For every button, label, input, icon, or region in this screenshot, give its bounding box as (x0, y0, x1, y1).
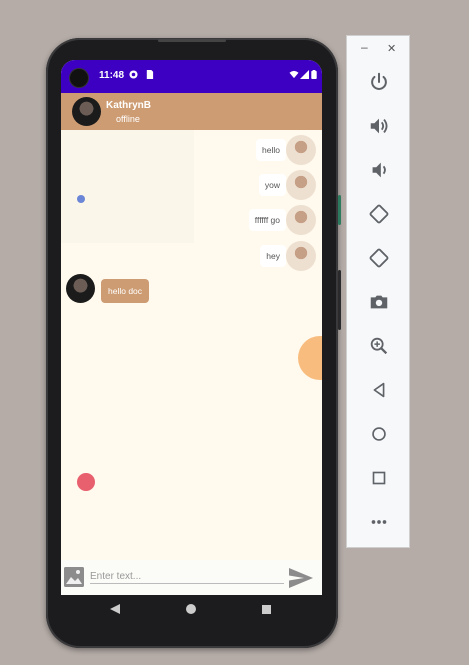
front-camera (70, 69, 88, 87)
power-button[interactable] (367, 70, 391, 94)
overview-icon (372, 471, 386, 485)
more-button[interactable] (367, 510, 391, 534)
wifi-icon (289, 70, 299, 79)
zoom-button[interactable] (367, 334, 391, 358)
minimize-button[interactable]: – (361, 40, 368, 54)
contact-status: offline (116, 114, 140, 124)
recents-square-icon[interactable] (262, 605, 271, 614)
more-icon (371, 520, 387, 524)
chat-header: KathrynB offline (61, 93, 322, 130)
home-circle-icon[interactable] (186, 604, 196, 614)
sim-card-icon (146, 70, 154, 79)
message-bubble-outgoing[interactable]: yow (258, 174, 286, 196)
phone-speaker (158, 39, 226, 42)
signal-icon (300, 70, 309, 79)
volume-down-icon (372, 162, 386, 178)
message-bubble-outgoing[interactable]: hello (256, 139, 286, 161)
back-icon (373, 382, 385, 398)
camera-icon (370, 295, 388, 309)
overview-button[interactable] (367, 466, 391, 490)
sender-avatar[interactable] (286, 205, 316, 235)
message-composer (61, 560, 322, 595)
home-button[interactable] (367, 422, 391, 446)
background-panel (61, 130, 194, 243)
zoom-icon (370, 337, 388, 355)
volume-up-icon (370, 118, 388, 134)
volume-up-button[interactable] (367, 114, 391, 138)
receiver-avatar[interactable] (66, 274, 95, 303)
status-bar: 11:48 (61, 60, 322, 93)
send-icon[interactable] (289, 568, 313, 588)
message-bubble-outgoing[interactable]: ffffff go (248, 209, 286, 231)
message-input[interactable] (90, 569, 284, 584)
back-triangle-icon[interactable] (110, 604, 120, 614)
message-bubble-incoming[interactable]: hello doc (101, 279, 150, 303)
emulator-toolbar: – ✕ (346, 35, 410, 548)
phone-side-button (338, 270, 341, 330)
home-icon (372, 427, 386, 441)
volume-down-button[interactable] (367, 158, 391, 182)
sender-avatar[interactable] (286, 170, 316, 200)
floating-action-button[interactable] (298, 336, 322, 380)
image-icon[interactable] (64, 567, 84, 587)
red-dot (77, 473, 95, 491)
rotate-left-button[interactable] (367, 202, 391, 226)
back-button[interactable] (367, 378, 391, 402)
app-screen: 11:48 KathrynB offline hello yow ffffff … (61, 60, 322, 595)
contact-name: KathrynB (106, 100, 152, 111)
notification-icon (129, 70, 138, 79)
close-button[interactable]: ✕ (387, 42, 396, 55)
rotate-left-icon (369, 204, 389, 224)
message-bubble-outgoing[interactable]: hey (260, 245, 286, 267)
rotate-right-button[interactable] (367, 246, 391, 270)
blue-dot (77, 195, 85, 203)
rotate-right-icon (369, 248, 389, 268)
system-navigation-bar (61, 595, 322, 623)
status-time: 11:48 (99, 70, 125, 81)
sender-avatar[interactable] (286, 135, 316, 165)
phone-side-button (338, 195, 341, 225)
screenshot-button[interactable] (367, 290, 391, 314)
battery-icon (311, 70, 317, 79)
sender-avatar[interactable] (286, 241, 316, 271)
power-icon (371, 72, 387, 90)
contact-avatar[interactable] (72, 97, 101, 126)
